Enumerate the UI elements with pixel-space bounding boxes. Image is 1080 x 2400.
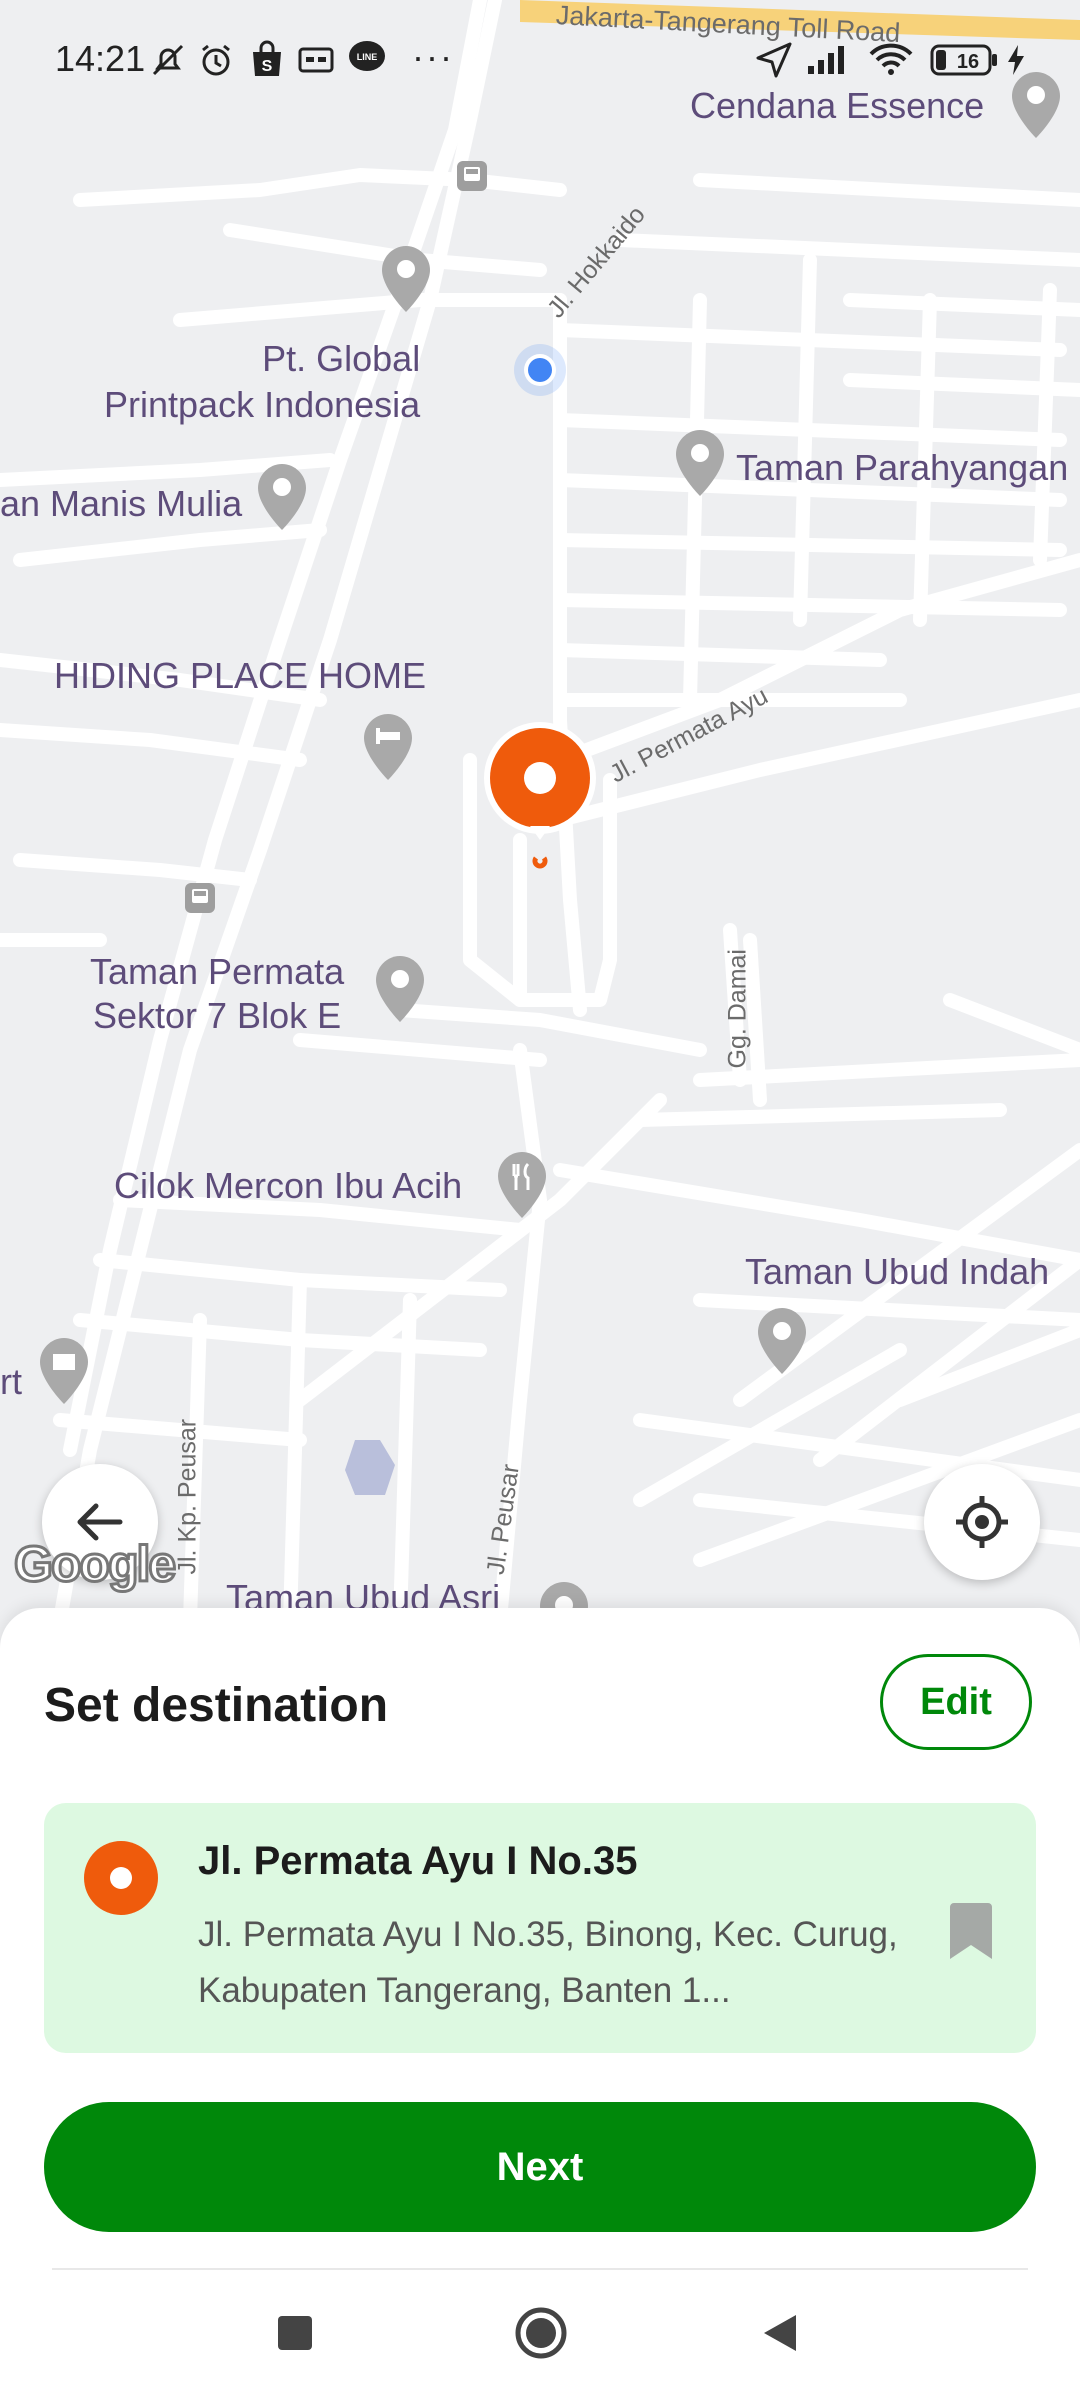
sheet-divider [52, 2268, 1028, 2270]
status-time: 14:21 [55, 38, 146, 79]
street-label-kp-peusar: Jl. Kp. Peusar [173, 1418, 202, 1575]
place-pin-icon[interactable] [756, 1306, 808, 1376]
battery-icon: 16 [930, 44, 997, 76]
place-label-taman-permata: Taman Permata Sektor 7 Blok E [90, 951, 345, 1036]
status-bar: 14:21 S LINE ··· 16 [0, 0, 1080, 120]
back-triangle-icon[interactable] [760, 2312, 800, 2354]
place-label-hiding-place: HIDING PLACE HOME [54, 655, 427, 696]
place-pin-icon[interactable] [374, 954, 426, 1024]
status-overflow: ··· [412, 36, 454, 77]
place-label-taman-ubud-indah: Taman Ubud Indah [745, 1251, 1050, 1292]
my-location-button[interactable] [924, 1464, 1040, 1580]
place-label-rt: rt [0, 1361, 22, 1402]
bus-stop-icon [185, 883, 215, 913]
place-pin-icon[interactable] [256, 462, 308, 532]
google-attribution: Google [12, 1535, 177, 1594]
crosshair-location-icon [956, 1496, 1008, 1548]
shop-icon: S [253, 40, 281, 76]
restaurant-pin-icon[interactable] [496, 1150, 548, 1220]
destination-marker-icon[interactable] [480, 718, 600, 878]
svg-text:S: S [262, 58, 273, 75]
alarm-icon [202, 44, 230, 76]
place-pin-icon[interactable] [380, 244, 432, 314]
place-label-taman-parahyangan: Taman Parahyangan [736, 447, 1069, 488]
map-view[interactable]: Cendana Essence Pt. Global Printpack Ind… [0, 0, 1080, 1620]
bookmark-icon[interactable] [948, 1901, 994, 1961]
place-label-global-printpack: Pt. Global Printpack Indonesia [104, 338, 421, 425]
card-icon [298, 47, 334, 73]
street-label-gg-damai: Gg. Damai [723, 949, 752, 1069]
current-location-dot-icon [514, 344, 566, 396]
destination-name: Jl. Permata Ayu I No.35 [198, 1839, 638, 1883]
bus-stop-icon [457, 161, 487, 191]
next-button[interactable]: Next [44, 2102, 1036, 2232]
destination-address: Jl. Permata Ayu I No.35, Binong, Kec. Cu… [198, 1915, 898, 2010]
signal-icon [808, 46, 844, 74]
wifi-icon [869, 43, 913, 75]
destination-dot-icon [84, 1841, 158, 1915]
svg-text:LINE: LINE [357, 52, 378, 62]
charging-icon [1008, 45, 1024, 75]
edit-button[interactable]: Edit [880, 1654, 1032, 1750]
place-label-cilok-mercon: Cilok Mercon Ibu Acih [114, 1165, 463, 1206]
line-icon: LINE [349, 41, 385, 71]
place-pin-icon[interactable] [674, 428, 726, 498]
silent-bell-icon [152, 44, 184, 76]
destination-card[interactable]: Jl. Permata Ayu I No.35 Jl. Permata Ayu … [44, 1803, 1036, 2053]
sheet-title: Set destination [44, 1679, 389, 1732]
place-label-manis-mulia: an Manis Mulia [0, 483, 243, 524]
home-circle-icon[interactable] [514, 2306, 568, 2360]
recents-square-icon[interactable] [276, 2314, 314, 2352]
location-arrow-icon [756, 42, 792, 78]
battery-level: 16 [957, 51, 979, 73]
shop-pin-icon[interactable] [38, 1336, 90, 1406]
system-nav-bar [0, 2280, 1080, 2400]
hotel-pin-icon[interactable] [362, 712, 414, 782]
